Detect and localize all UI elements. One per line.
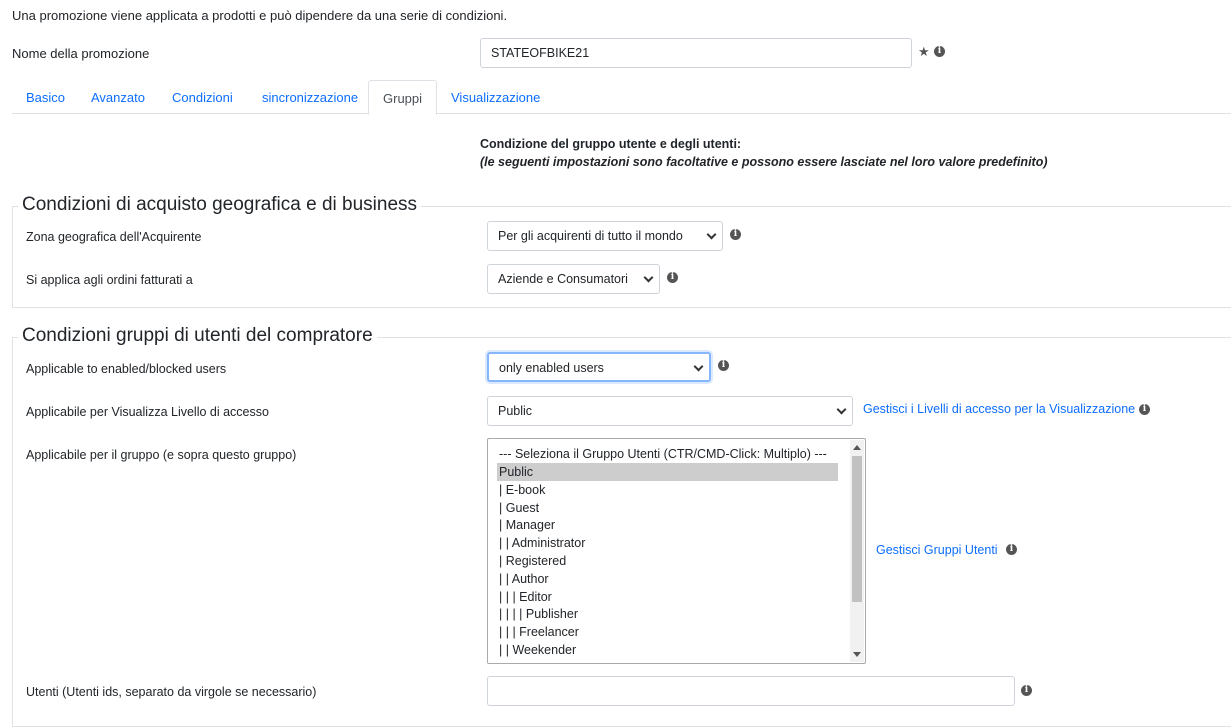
tab-bar: Basico Avanzato Condizioni sincronizzazi…	[12, 80, 1231, 115]
group-option[interactable]: | Guest	[497, 499, 838, 517]
group-list-scrollbar[interactable]	[850, 440, 864, 662]
star-icon[interactable]: ★	[918, 45, 930, 58]
billing-select[interactable]: Aziende e Consumatori	[487, 264, 660, 294]
user-group-label: Applicabile per il gruppo (e sopra quest…	[26, 448, 297, 462]
tab-condizioni[interactable]: Condizioni	[158, 80, 247, 114]
enabled-users-select-value: only enabled users	[499, 361, 604, 375]
manage-user-groups-link[interactable]: Gestisci Gruppi Utenti	[876, 543, 998, 557]
group-heading-title: Condizione del gruppo utente e degli ute…	[480, 137, 742, 151]
group-option[interactable]: | E-book	[497, 481, 838, 499]
users-ids-label: Utenti (Utenti ids, separato da virgole …	[26, 685, 317, 699]
group-heading-subtitle: (le seguenti impostazioni sono facoltati…	[480, 155, 1048, 169]
zone-select-value: Per gli acquirenti di tutto il mondo	[498, 229, 683, 243]
enabled-users-label: Applicable to enabled/blocked users	[26, 362, 227, 376]
group-option[interactable]: | | Administrator	[497, 534, 838, 552]
group-option[interactable]: | | | | Publisher	[497, 605, 838, 623]
chevron-down-icon	[706, 229, 717, 240]
enabled-users-select[interactable]: only enabled users	[487, 352, 711, 382]
access-level-label: Applicabile per Visualizza Livello di ac…	[26, 405, 269, 419]
billing-select-value: Aziende e Consumatori	[498, 272, 628, 286]
chevron-down-icon	[643, 272, 654, 283]
group-option-selected[interactable]: Public	[497, 463, 838, 481]
tab-avanzato[interactable]: Avanzato	[77, 80, 159, 114]
promo-name-label: Nome della promozione	[12, 46, 150, 61]
chevron-down-icon	[693, 361, 704, 372]
zone-label: Zona geografica dell'Acquirente	[26, 230, 202, 244]
scroll-down-arrow-icon[interactable]	[853, 652, 861, 657]
tab-gruppi[interactable]: Gruppi	[368, 80, 438, 115]
group-option[interactable]: | Manager	[497, 516, 838, 534]
zone-select[interactable]: Per gli acquirenti di tutto il mondo	[487, 221, 723, 251]
info-icon[interactable]: i	[730, 229, 741, 240]
group-option[interactable]: | | Weekender	[497, 641, 838, 659]
users-ids-input[interactable]	[487, 676, 1015, 706]
group-option[interactable]: | | | Editor	[497, 588, 838, 606]
billing-label: Si applica agli ordini fatturati a	[26, 273, 193, 287]
info-icon[interactable]: i	[934, 46, 945, 57]
info-icon[interactable]: i	[718, 360, 729, 371]
scroll-thumb[interactable]	[852, 456, 862, 602]
group-option[interactable]: | | Author	[497, 570, 838, 588]
tab-visualizzazione[interactable]: Visualizzazione	[437, 80, 554, 114]
manage-access-levels-link[interactable]: Gestisci i Livelli di accesso per la Vis…	[863, 402, 1135, 416]
access-level-select[interactable]: Public	[487, 396, 853, 426]
group-option[interactable]: --- Seleziona il Gruppo Utenti (CTR/CMD-…	[497, 445, 838, 463]
group-option[interactable]: | Registered	[497, 552, 838, 570]
access-level-select-value: Public	[498, 404, 533, 418]
user-group-multiselect[interactable]: --- Seleziona il Gruppo Utenti (CTR/CMD-…	[487, 438, 866, 664]
info-icon[interactable]: i	[1139, 404, 1150, 415]
tab-basico[interactable]: Basico	[12, 80, 79, 114]
chevron-down-icon	[836, 404, 847, 415]
promo-name-input[interactable]	[480, 38, 912, 68]
tab-sincronizzazione[interactable]: sincronizzazione	[248, 80, 372, 114]
info-icon[interactable]: i	[667, 272, 678, 283]
scroll-up-arrow-icon[interactable]	[853, 445, 861, 450]
intro-text: Una promozione viene applicata a prodott…	[12, 8, 508, 23]
user-section-legend: Condizioni gruppi di utenti del comprato…	[18, 325, 377, 347]
group-option[interactable]: | | | Freelancer	[497, 623, 838, 641]
info-icon[interactable]: i	[1006, 544, 1017, 555]
geo-section-legend: Condizioni di acquisto geografica e di b…	[18, 194, 422, 216]
info-icon[interactable]: i	[1021, 685, 1032, 696]
